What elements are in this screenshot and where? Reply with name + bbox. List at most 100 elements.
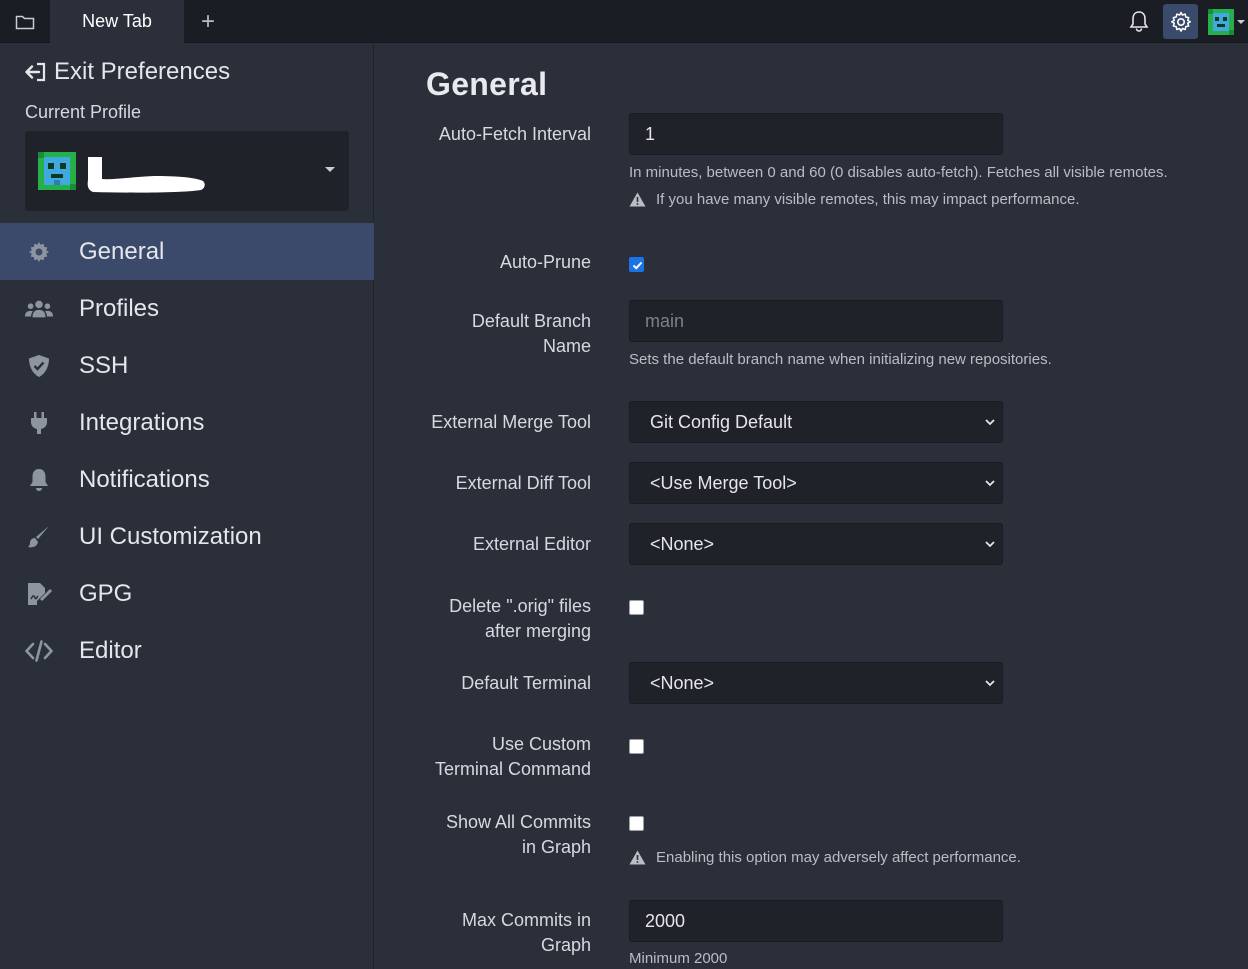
custom-terminal-label-line2: Terminal Command	[434, 759, 591, 779]
chevron-down-icon	[985, 419, 995, 426]
preferences-button[interactable]	[1163, 4, 1198, 39]
checkmark-icon	[632, 261, 643, 270]
show-all-commits-label-line2: in Graph	[521, 837, 591, 857]
shield-icon	[25, 353, 53, 379]
external-editor-select[interactable]: <None>	[629, 523, 1003, 565]
signature-icon	[25, 581, 53, 607]
custom-terminal-label: Use Custom Terminal Command	[391, 732, 591, 782]
sidebar-item-label: GPG	[79, 579, 133, 607]
auto-prune-checkbox[interactable]	[629, 257, 644, 272]
external-editor-value: <None>	[650, 533, 715, 554]
preferences-sidebar: Exit Preferences Current Profile General	[0, 44, 374, 969]
avatar-icon	[1208, 9, 1234, 35]
delete-orig-checkbox[interactable]	[629, 600, 644, 615]
bell-icon	[25, 467, 53, 493]
sidebar-item-label: UI Customization	[79, 522, 262, 550]
sidebar-item-ssh[interactable]: SSH	[0, 337, 374, 394]
brush-icon	[25, 524, 53, 550]
open-repo-button[interactable]	[0, 0, 50, 43]
max-commits-label: Max Commits in Graph	[391, 908, 591, 958]
editor-label: External Editor	[472, 534, 591, 554]
default-terminal-label: Default Terminal	[461, 673, 591, 693]
show-all-commits-warning-text: Enabling this option may adversely affec…	[656, 849, 1021, 866]
sidebar-item-label: SSH	[79, 351, 129, 379]
sidebar-item-label: Profiles	[79, 294, 160, 322]
chevron-down-icon	[325, 167, 335, 172]
sidebar-item-label: Integrations	[79, 408, 205, 436]
auto-fetch-label: Auto-Fetch Interval	[438, 124, 591, 144]
default-branch-label-line1: Default Branch	[471, 311, 591, 331]
notifications-button[interactable]	[1122, 4, 1156, 38]
add-tab-button[interactable]: +	[190, 0, 226, 43]
delete-orig-label-line2: after merging	[484, 621, 591, 641]
sidebar-item-integrations[interactable]: Integrations	[0, 394, 374, 451]
delete-orig-label-line1: Delete ".orig" files	[449, 596, 591, 616]
merge-tool-value: Git Config Default	[650, 411, 793, 432]
show-all-commits-checkbox[interactable]	[629, 816, 644, 831]
show-all-commits-warning: Enabling this option may adversely affec…	[629, 849, 1021, 866]
sidebar-item-notifications[interactable]: Notifications	[0, 451, 374, 508]
default-terminal-value: <None>	[650, 672, 715, 693]
tab-new-tab[interactable]: New Tab	[50, 0, 184, 43]
gear-icon	[1170, 11, 1191, 32]
chevron-down-icon	[985, 541, 995, 548]
preferences-nav: General Profiles SSH Integrations Notifi…	[0, 223, 374, 679]
profile-avatar	[38, 152, 76, 190]
account-menu-button[interactable]	[1208, 7, 1248, 37]
auto-fetch-warning-text: If you have many visible remotes, this m…	[656, 191, 1080, 208]
exit-icon	[25, 62, 46, 82]
profile-selector[interactable]	[25, 131, 349, 211]
show-all-commits-label: Show All Commits in Graph	[391, 810, 591, 860]
max-commits-label-line2: Graph	[540, 935, 591, 955]
redacted-profile-name	[87, 157, 205, 193]
plug-icon	[25, 410, 53, 436]
custom-terminal-checkbox[interactable]	[629, 739, 644, 754]
preferences-general-panel: General Auto-Fetch Interval In minutes, …	[375, 44, 1248, 969]
bell-icon	[1129, 11, 1149, 32]
auto-prune-label: Auto-Prune	[499, 252, 591, 272]
warning-icon	[629, 850, 646, 865]
show-all-commits-label-line1: Show All Commits	[445, 812, 591, 832]
folder-icon	[15, 15, 35, 29]
gear-icon	[25, 239, 53, 265]
warning-icon	[629, 192, 646, 207]
code-icon	[25, 638, 53, 664]
exit-preferences-button[interactable]: Exit Preferences	[24, 58, 230, 86]
custom-terminal-label-line1: Use Custom	[491, 734, 591, 754]
current-profile-label: Current Profile	[25, 102, 142, 122]
sidebar-item-label: Editor	[79, 636, 142, 664]
max-commits-label-line1: Max Commits in	[461, 910, 591, 930]
sidebar-item-profiles[interactable]: Profiles	[0, 280, 374, 337]
users-icon	[25, 296, 53, 322]
delete-orig-label: Delete ".orig" files after merging	[391, 594, 591, 644]
auto-fetch-help: In minutes, between 0 and 60 (0 disables…	[629, 164, 1168, 181]
default-terminal-select[interactable]: <None>	[629, 662, 1003, 704]
sidebar-item-label: General	[79, 237, 165, 265]
top-bar: New Tab +	[0, 0, 1248, 43]
sidebar-item-gpg[interactable]: GPG	[0, 565, 374, 622]
max-commits-input[interactable]	[629, 900, 1003, 942]
plus-icon: +	[200, 7, 215, 35]
auto-fetch-interval-input[interactable]	[629, 113, 1003, 155]
default-branch-help: Sets the default branch name when initia…	[629, 351, 1052, 368]
sidebar-item-editor[interactable]: Editor	[0, 622, 374, 679]
max-commits-help: Minimum 2000	[629, 950, 728, 967]
default-branch-label: Default Branch Name	[391, 309, 591, 359]
diff-tool-select[interactable]: <Use Merge Tool>	[629, 462, 1003, 504]
diff-tool-label: External Diff Tool	[455, 473, 591, 493]
sidebar-item-general[interactable]: General	[0, 223, 374, 280]
merge-tool-select[interactable]: Git Config Default	[629, 401, 1003, 443]
sidebar-item-label: Notifications	[79, 465, 210, 493]
diff-tool-value: <Use Merge Tool>	[650, 472, 797, 493]
default-branch-input[interactable]	[629, 300, 1003, 342]
sidebar-item-ui-customization[interactable]: UI Customization	[0, 508, 374, 565]
page-title: General	[426, 66, 548, 102]
auto-fetch-warning: If you have many visible remotes, this m…	[629, 191, 1080, 208]
chevron-down-icon	[1237, 20, 1245, 24]
chevron-down-icon	[985, 480, 995, 487]
default-branch-label-line2: Name	[542, 336, 591, 356]
tab-label: New Tab	[82, 11, 152, 31]
exit-preferences-label: Exit Preferences	[54, 58, 231, 85]
merge-tool-label: External Merge Tool	[431, 412, 591, 432]
chevron-down-icon	[985, 680, 995, 687]
